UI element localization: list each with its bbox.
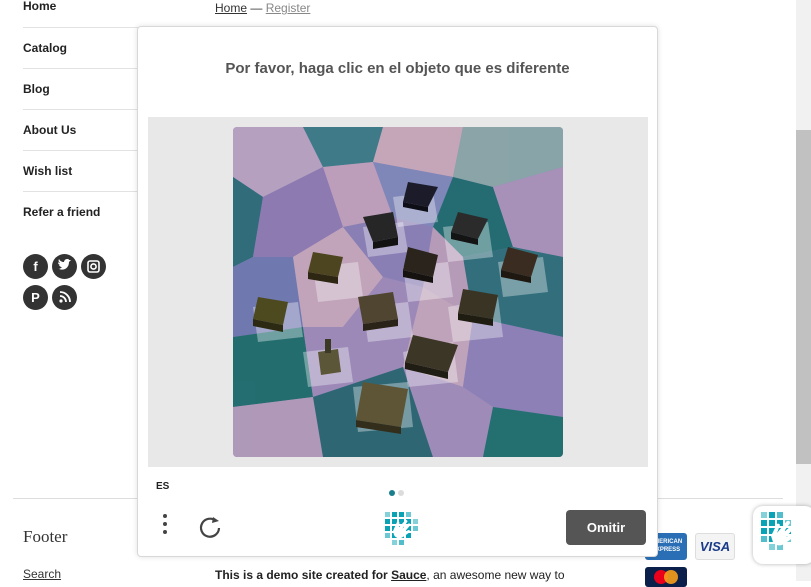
mastercard-payment-icon [645,567,687,587]
pinterest-icon[interactable]: P [23,285,48,310]
refresh-icon [199,517,221,538]
challenge-image[interactable] [233,127,563,457]
demo-site-text: This is a demo site created for Sauce, a… [215,568,565,582]
breadcrumb-current[interactable]: Register [266,1,311,15]
menu-dot-icon [163,514,167,518]
captcha-prompt: Por favor, haga clic en el objeto que es… [225,60,570,77]
sauce-link[interactable]: Sauce [391,568,426,582]
sidebar-item-home[interactable]: Home [23,0,138,28]
facebook-icon[interactable]: f [23,254,48,279]
challenge-area [148,117,648,467]
sidebar-item-refer-a-friend[interactable]: Refer a friend [23,192,138,233]
language-selector[interactable]: ES [156,481,169,492]
footer-search-link[interactable]: Search [23,567,61,581]
social-links: f P [23,254,123,316]
page-dot-active [389,490,395,496]
sidebar-nav: Home Catalog Blog About Us Wish list Ref… [23,0,138,233]
more-options-button[interactable] [158,514,172,542]
sidebar-item-catalog[interactable]: Catalog [23,28,138,69]
demo-suffix: , an awesome new way to [426,568,565,582]
skip-button[interactable]: Omitir [566,510,646,545]
page-scrollbar-thumb[interactable] [796,130,811,464]
twitter-icon[interactable] [52,254,77,279]
hcaptcha-logo-icon[interactable] [381,508,421,548]
menu-dot-icon [163,530,167,534]
captcha-modal: Por favor, haga clic en el objeto que es… [137,26,658,557]
breadcrumb: Home — Register [215,1,310,15]
sidebar-item-blog[interactable]: Blog [23,69,138,110]
refresh-button[interactable] [196,513,224,541]
rss-icon[interactable] [52,285,77,310]
sidebar-item-about-us[interactable]: About Us [23,110,138,151]
footer-title: Footer [23,527,68,546]
breadcrumb-separator: — [250,1,263,15]
hcaptcha-badge[interactable] [753,506,811,564]
demo-prefix: This is a demo site created for [215,568,392,582]
page-indicator [389,483,407,501]
menu-dot-icon [163,522,167,526]
sidebar-item-wish-list[interactable]: Wish list [23,151,138,192]
breadcrumb-home-link[interactable]: Home [215,1,247,15]
page-dot-inactive [398,490,404,496]
visa-payment-icon: VISA [695,533,735,560]
hcaptcha-badge-logo-icon [761,512,796,550]
instagram-icon[interactable] [81,254,106,279]
